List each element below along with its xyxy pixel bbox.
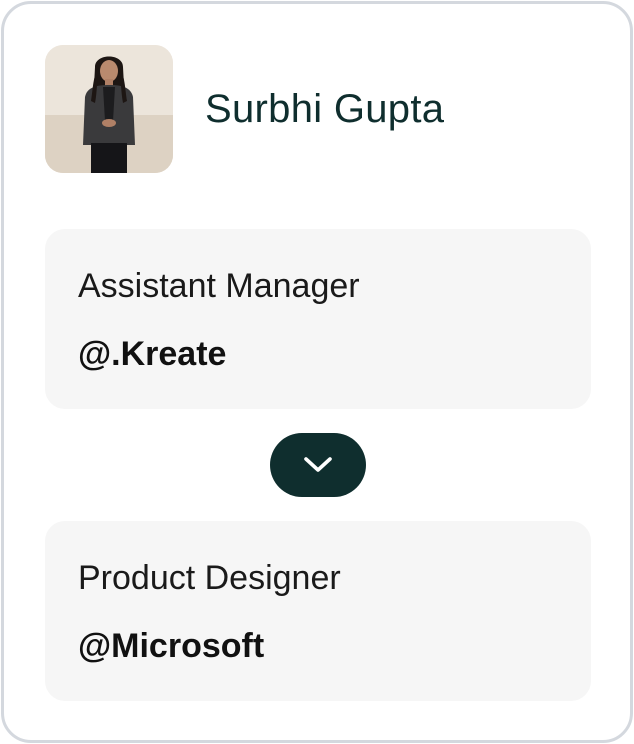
experience-card: Assistant Manager @.Kreate — [45, 229, 591, 409]
chevron-down-icon — [304, 457, 332, 472]
profile-name: Surbhi Gupta — [205, 86, 445, 131]
profile-card: Surbhi Gupta Assistant Manager @.Kreate … — [1, 1, 633, 743]
profile-header: Surbhi Gupta — [45, 45, 444, 173]
person-photo-icon — [45, 45, 173, 173]
job-title: Assistant Manager — [78, 267, 360, 305]
expand-toggle-button[interactable] — [270, 433, 366, 497]
job-company: @Microsoft — [78, 627, 265, 665]
job-company: @.Kreate — [78, 335, 227, 373]
avatar — [45, 45, 173, 173]
job-title: Product Designer — [78, 559, 341, 597]
experience-card: Product Designer @Microsoft — [45, 521, 591, 701]
